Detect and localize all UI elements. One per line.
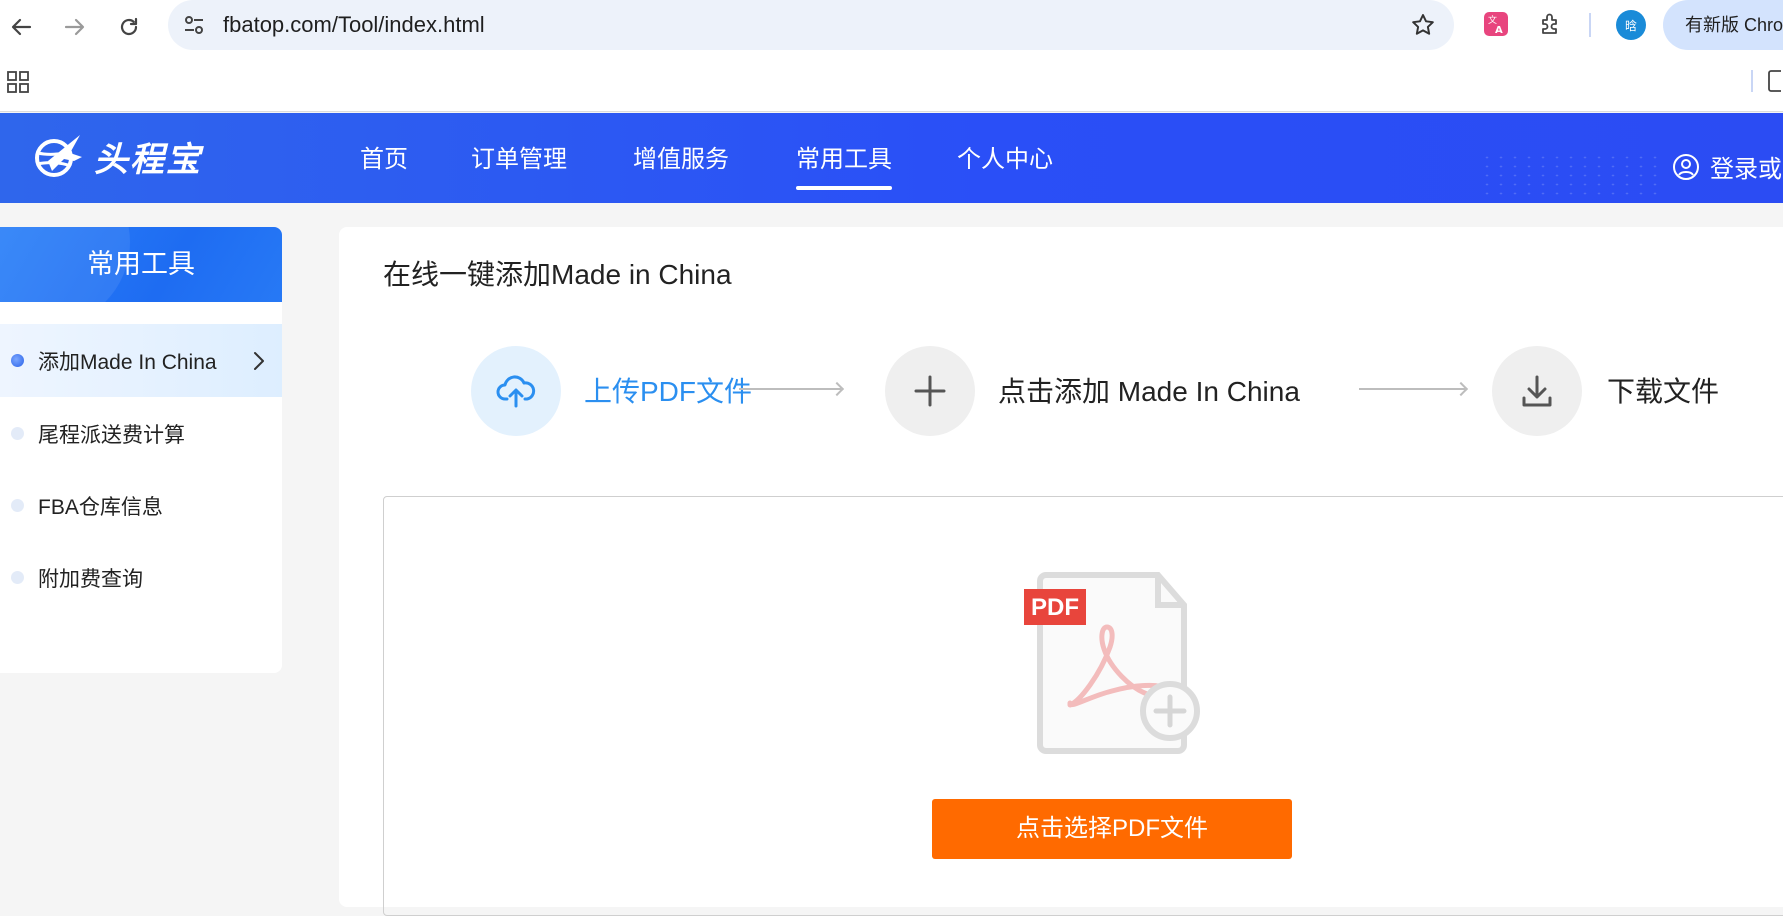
toolbar-divider [1589, 13, 1591, 37]
cloud-upload-icon [496, 375, 536, 408]
nav-home[interactable]: 首页 [360, 139, 408, 174]
reload-button[interactable] [112, 10, 146, 44]
translate-extension-icon[interactable]: 文A [1483, 11, 1509, 37]
bullet-dot [11, 571, 24, 584]
sidebar-item-surcharge[interactable]: 附加费查询 [0, 541, 282, 614]
chrome-update-button[interactable]: 有新版 Chrome [1663, 0, 1783, 50]
plus-icon [914, 375, 946, 407]
url-text[interactable]: fbatop.com/Tool/index.html [223, 12, 485, 38]
main-panel: 在线一键添加Made in China 上传PDF文件 点击添加 Made In… [339, 227, 1783, 916]
step-download-label: 下载文件 [1607, 376, 1720, 407]
back-button[interactable] [4, 10, 38, 44]
profile-avatar[interactable]: 晗 [1616, 10, 1646, 40]
login-link[interactable]: 登录或 [1672, 149, 1782, 184]
logo-text: 头程宝 [94, 140, 202, 179]
step-arrow [1359, 388, 1465, 390]
apps-grid-icon[interactable] [7, 71, 29, 93]
step-arrow [739, 388, 841, 390]
bookmarks-bar [0, 54, 1783, 112]
step-upload-circle [471, 346, 561, 436]
sidebar-item-label: 附加费查询 [38, 567, 143, 591]
step-upload-label: 上传PDF文件 [584, 376, 753, 407]
site-logo[interactable]: 头程宝 [30, 131, 202, 181]
forward-button[interactable] [58, 10, 92, 44]
pdf-badge: PDF [1031, 594, 1079, 621]
arrow-right-icon [64, 18, 85, 36]
pdf-file-add-icon: PDF [1024, 572, 1200, 754]
nav-value-added-services[interactable]: 增值服务 [633, 139, 729, 174]
bookmark-star-icon[interactable] [1410, 12, 1436, 38]
sidebar-title: 常用工具 [0, 227, 282, 302]
bullet-dot [11, 427, 24, 440]
plane-globe-logo-icon [35, 135, 82, 177]
site-header: 头程宝 首页 订单管理 增值服务 常用工具 个人中心 登录或 [0, 113, 1783, 203]
extensions-puzzle-icon[interactable] [1538, 11, 1564, 37]
step-add-circle [885, 346, 975, 436]
chevron-right-icon [254, 351, 264, 370]
pdf-dropzone[interactable]: PDF 点击选择PDF文件 [383, 496, 1783, 916]
sidebar-item-last-mile-fee[interactable]: 尾程派送费计算 [0, 397, 282, 470]
arrow-left-icon [11, 18, 32, 36]
bullet-dot [11, 354, 24, 367]
bullet-dot [11, 499, 24, 512]
address-bar[interactable]: fbatop.com/Tool/index.html [168, 0, 1454, 50]
login-label: 登录或 [1710, 156, 1782, 183]
tools-sidebar: 常用工具 添加Made In China 尾程派送费计算 FBA仓库信息 附加费… [0, 227, 282, 673]
user-circle-icon [1673, 153, 1699, 180]
step-download-circle [1492, 346, 1582, 436]
sidebar-item-label: 尾程派送费计算 [38, 423, 185, 447]
sidebar-item-made-in-china[interactable]: 添加Made In China [0, 324, 282, 397]
bookmarks-folder-icon[interactable] [1761, 70, 1781, 92]
select-pdf-button[interactable]: 点击选择PDF文件 [932, 799, 1292, 859]
header-decoration [1480, 153, 1660, 198]
site-settings-icon[interactable] [182, 13, 206, 37]
svg-text:A: A [1495, 25, 1503, 36]
step-add-label: 点击添加 Made In China [998, 376, 1300, 407]
page-title: 在线一键添加Made in China [383, 259, 732, 290]
download-icon [1522, 375, 1552, 407]
bookmarks-divider [1751, 70, 1753, 92]
nav-tools[interactable]: 常用工具 [796, 139, 892, 190]
nav-orders[interactable]: 订单管理 [471, 139, 567, 174]
sidebar-item-label: FBA仓库信息 [38, 495, 163, 519]
sidebar-item-label: 添加Made In China [38, 350, 217, 374]
browser-chrome: fbatop.com/Tool/index.html 文A 晗 有新版 Chro… [0, 0, 1783, 112]
nav-user-center[interactable]: 个人中心 [957, 139, 1053, 174]
sidebar-item-fba-warehouse[interactable]: FBA仓库信息 [0, 469, 282, 542]
reload-icon [120, 17, 138, 36]
